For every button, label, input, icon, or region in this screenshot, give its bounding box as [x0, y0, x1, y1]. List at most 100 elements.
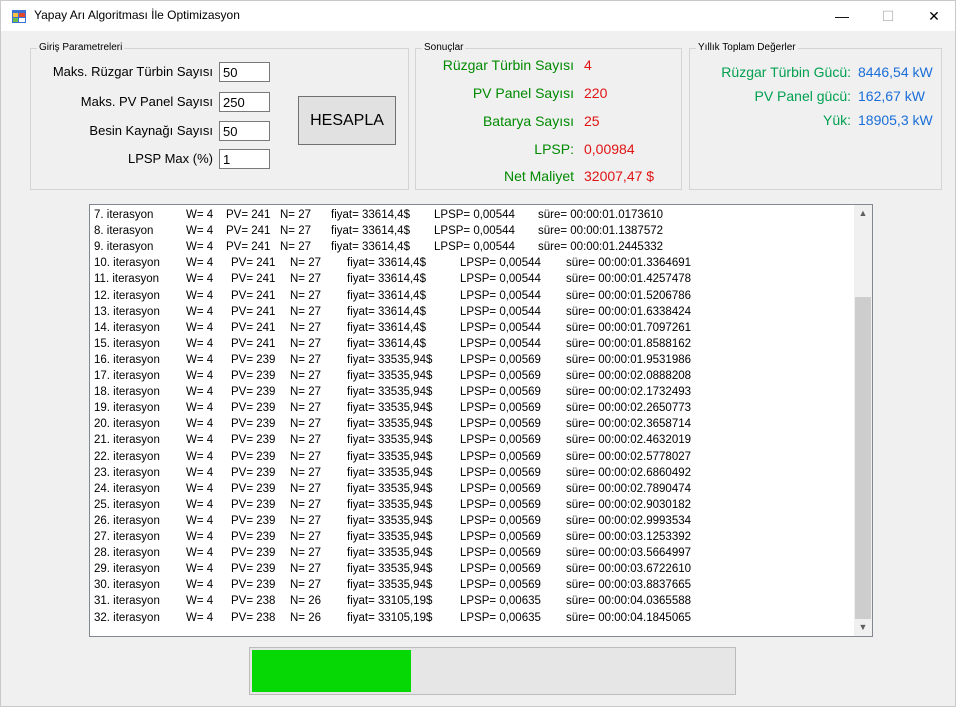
- log-lpsp: LPSP= 0,00569: [460, 450, 541, 463]
- log-duration: süre= 00:00:03.8837665: [566, 579, 692, 592]
- log-n: N= 27: [290, 514, 322, 527]
- log-iteration: 13. iterasyon: [94, 305, 160, 318]
- log-price: fiyat= 33535,94$: [347, 386, 433, 399]
- log-n: N= 27: [290, 353, 322, 366]
- log-duration: süre= 00:00:04.1845065: [566, 611, 692, 624]
- log-pv: PV= 239: [231, 353, 276, 366]
- log-w: W= 4: [186, 531, 214, 543]
- progress-bar: [249, 647, 736, 695]
- log-w: W= 4: [186, 241, 214, 254]
- window-title: Yapay Arı Algoritması İle Optimizasyon: [34, 8, 240, 22]
- log-lpsp: LPSP= 0,00569: [460, 498, 541, 511]
- maximize-button[interactable]: ☐: [865, 1, 911, 31]
- pv-count-label: PV Panel Sayısı: [472, 85, 574, 101]
- max-turbine-input[interactable]: [219, 62, 270, 82]
- log-w: W= 4: [186, 418, 214, 431]
- log-duration: süre= 00:00:01.5206786: [566, 289, 692, 302]
- log-lpsp: LPSP= 0,00569: [460, 418, 541, 431]
- log-pv: PV= 239: [231, 370, 276, 382]
- log-price: fiyat= 33535,94$: [347, 370, 433, 382]
- log-iteration: 22. iterasyon: [94, 450, 160, 463]
- log-pv: PV= 239: [231, 579, 276, 592]
- yearly-totals-legend: Yıllık Toplam Değerler: [696, 42, 798, 53]
- log-pv: PV= 239: [231, 402, 276, 415]
- log-price: fiyat= 33535,94$: [347, 563, 433, 576]
- log-duration: süre= 00:00:02.0888208: [566, 370, 692, 382]
- log-price: fiyat= 33535,94$: [347, 531, 433, 543]
- minimize-button[interactable]: —: [819, 1, 865, 31]
- pv-power-value: 162,67 kW: [858, 88, 925, 104]
- log-n: N= 27: [290, 402, 322, 415]
- log-duration: süre= 00:00:03.1253392: [566, 531, 692, 543]
- log-price: fiyat= 33614,4$: [331, 209, 410, 221]
- input-parameters-legend: Giriş Parametreleri: [37, 42, 125, 53]
- chevron-up-icon[interactable]: ▲: [854, 205, 872, 222]
- log-pv: PV= 241: [226, 241, 271, 254]
- log-w: W= 4: [186, 402, 214, 415]
- max-pv-input[interactable]: [219, 92, 270, 112]
- log-lpsp: LPSP= 0,00569: [460, 563, 541, 576]
- log-n: N= 27: [290, 418, 322, 431]
- log-n: N= 27: [290, 305, 322, 318]
- log-lpsp: LPSP= 0,00544: [434, 241, 515, 254]
- log-pv: PV= 241: [226, 225, 271, 238]
- battery-count-label: Batarya Sayısı: [482, 113, 574, 129]
- log-duration: süre= 00:00:01.3364691: [566, 257, 692, 270]
- results-legend: Sonuçlar: [422, 42, 466, 53]
- log-lpsp: LPSP= 0,00569: [460, 514, 541, 527]
- app-window-icon: [12, 10, 26, 23]
- log-pv: PV= 239: [231, 514, 276, 527]
- log-lpsp: LPSP= 0,00544: [460, 257, 541, 270]
- log-iteration: 26. iterasyon: [94, 514, 160, 527]
- log-duration: süre= 00:00:02.4632019: [566, 434, 692, 447]
- log-w: W= 4: [186, 337, 214, 350]
- log-price: fiyat= 33535,94$: [347, 450, 433, 463]
- log-duration: süre= 00:00:02.7890474: [566, 482, 692, 495]
- log-w: W= 4: [186, 225, 214, 238]
- log-w: W= 4: [186, 466, 214, 479]
- log-pv: PV= 239: [231, 418, 276, 431]
- vertical-scrollbar[interactable]: ▲ ▼: [854, 205, 872, 636]
- log-lpsp: LPSP= 0,00635: [460, 611, 541, 624]
- log-price: fiyat= 33535,94$: [347, 547, 433, 560]
- log-duration: süre= 00:00:02.1732493: [566, 386, 692, 399]
- chevron-down-icon[interactable]: ▼: [854, 619, 872, 636]
- log-lpsp: LPSP= 0,00544: [460, 289, 541, 302]
- log-price: fiyat= 33614,4$: [347, 289, 426, 302]
- log-duration: süre= 00:00:03.6722610: [566, 563, 692, 576]
- log-duration: süre= 00:00:01.4257478: [566, 273, 692, 286]
- log-iteration: 21. iterasyon: [94, 434, 160, 447]
- log-pv: PV= 239: [231, 386, 276, 399]
- log-w: W= 4: [186, 209, 214, 221]
- log-pv: PV= 241: [231, 321, 276, 334]
- log-lpsp: LPSP= 0,00569: [460, 353, 541, 366]
- log-duration: süre= 00:00:01.0173610: [538, 209, 664, 221]
- log-iteration: 30. iterasyon: [94, 579, 160, 592]
- log-lpsp: LPSP= 0,00544: [460, 305, 541, 318]
- log-iteration: 14. iterasyon: [94, 321, 160, 334]
- log-lpsp: LPSP= 0,00544: [460, 273, 541, 286]
- log-pv: PV= 241: [231, 305, 276, 318]
- log-duration: süre= 00:00:01.1387572: [538, 225, 664, 238]
- lpsp-max-input[interactable]: [219, 149, 270, 169]
- scrollbar-thumb[interactable]: [855, 297, 871, 619]
- pv-power-label: PV Panel gücü:: [754, 88, 851, 104]
- log-n: N= 27: [290, 257, 322, 270]
- log-iteration: 28. iterasyon: [94, 547, 160, 560]
- log-n: N= 27: [290, 273, 322, 286]
- food-source-input[interactable]: [219, 121, 270, 141]
- log-lpsp: LPSP= 0,00569: [460, 579, 541, 592]
- iteration-log-list[interactable]: 32. iterasyon W= 4 PV= 238 N= 26 fiyat= 3310…: [89, 204, 873, 637]
- log-price: fiyat= 33535,94$: [347, 514, 433, 527]
- close-button[interactable]: ✕: [911, 1, 956, 31]
- log-lpsp: LPSP= 0,00569: [460, 386, 541, 399]
- log-price: fiyat= 33535,94$: [347, 482, 433, 495]
- log-pv: PV= 238: [231, 595, 276, 608]
- log-price: fiyat= 33535,94$: [347, 498, 433, 511]
- log-lpsp: LPSP= 0,00635: [460, 595, 541, 608]
- calculate-button[interactable]: HESAPLA: [298, 96, 396, 145]
- log-w: W= 4: [186, 450, 214, 463]
- log-w: W= 4: [186, 611, 214, 624]
- log-w: W= 4: [186, 321, 214, 334]
- log-w: W= 4: [186, 482, 214, 495]
